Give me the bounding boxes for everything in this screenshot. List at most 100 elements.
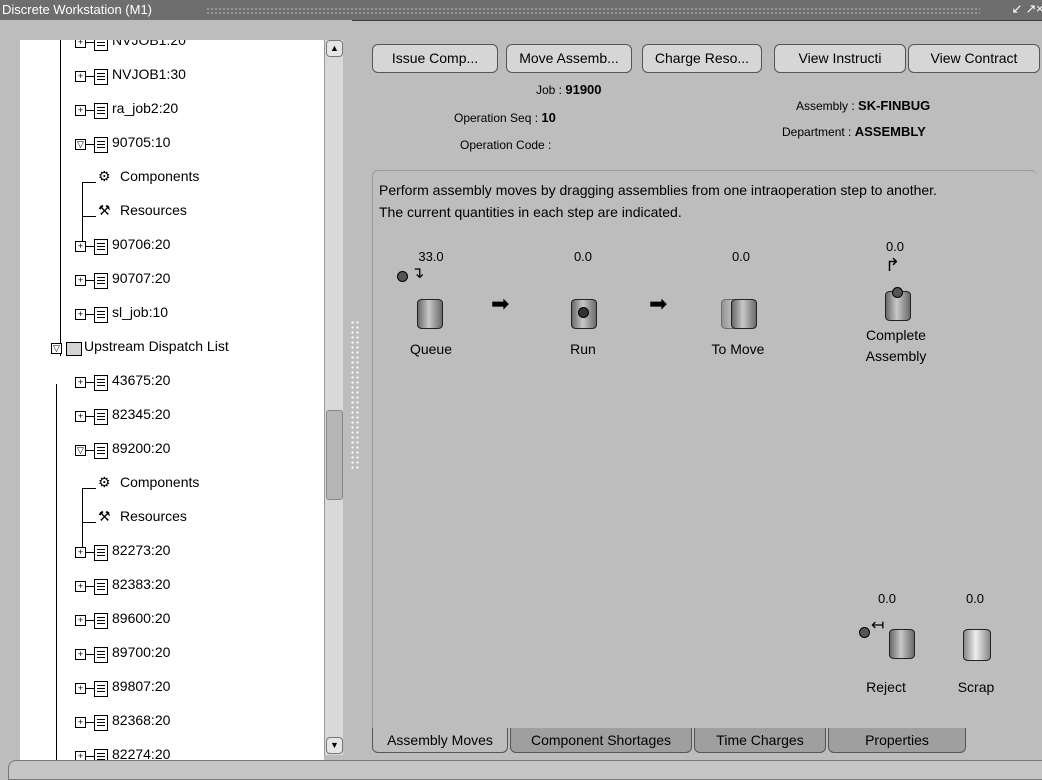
tab-properties[interactable]: Properties — [828, 728, 966, 753]
queue-drop-arrow-icon: ↴ — [411, 265, 425, 282]
tree-connector-line — [82, 488, 96, 489]
workstation-content: Issue Comp... Move Assemb... Charge Reso… — [368, 40, 1040, 756]
tree-item-90706-20[interactable]: +90706:20 — [20, 230, 324, 264]
tree-item-82273-20[interactable]: +82273:20 — [20, 536, 324, 570]
job-document-icon — [94, 375, 108, 391]
department-value: ASSEMBLY — [854, 124, 926, 139]
tree-scrollbar[interactable]: ▲ ▼ — [324, 40, 343, 755]
tree-item-43675-20[interactable]: +43675:20 — [20, 366, 324, 400]
collapse-icon[interactable]: ▽ — [75, 139, 86, 150]
complete-assembly-step[interactable]: ↱ — [863, 255, 933, 325]
tree-item-89807-20[interactable]: +89807:20 — [20, 672, 324, 706]
moves-description-line-1: Perform assembly moves by dragging assem… — [379, 182, 937, 198]
operation-seq-label: Operation Seq : — [454, 111, 539, 125]
tree-item-89600-20[interactable]: +89600:20 — [20, 604, 324, 638]
minimize-icon[interactable]: ↙ — [1010, 1, 1024, 17]
panel-splitter[interactable] — [350, 320, 360, 470]
reject-step[interactable]: ↤ — [859, 611, 929, 671]
tree-item-89200-20[interactable]: ▽ 89200:20 — [20, 434, 324, 468]
components-gear-icon: ⚙ — [98, 474, 111, 490]
expand-icon[interactable]: + — [75, 71, 86, 82]
tree-item-82368-20[interactable]: +82368:20 — [20, 706, 324, 740]
expand-icon[interactable]: + — [75, 581, 86, 592]
scroll-up-button[interactable]: ▲ — [326, 40, 343, 57]
tab-component-shortages[interactable]: Component Shortages — [510, 728, 692, 753]
expand-icon[interactable]: + — [75, 649, 86, 660]
tree-item-resources[interactable]: ⚒ Resources — [20, 502, 324, 536]
expand-icon[interactable]: + — [75, 105, 86, 116]
tree-connector-line — [86, 382, 94, 383]
reject-quantity: 0.0 — [877, 591, 897, 606]
department-field: Department : ASSEMBLY — [782, 124, 926, 139]
expand-icon[interactable]: + — [75, 615, 86, 626]
tab-time-charges[interactable]: Time Charges — [694, 728, 826, 753]
tree-connector-line — [86, 722, 94, 723]
tree-item-ra-job2-20[interactable]: + ra_job2:20 — [20, 94, 324, 128]
job-document-icon — [94, 443, 108, 459]
scroll-down-button[interactable]: ▼ — [326, 737, 343, 754]
issue-components-button[interactable]: Issue Comp... — [372, 44, 498, 73]
scrap-step[interactable] — [961, 629, 1001, 671]
expand-icon[interactable]: + — [75, 377, 86, 388]
move-assembly-button[interactable]: Move Assemb... — [506, 44, 632, 73]
view-contract-button[interactable]: View Contract — [908, 44, 1040, 73]
operation-code-label: Operation Code : — [460, 138, 552, 152]
moves-description: Perform assembly moves by dragging assem… — [379, 179, 937, 223]
job-label: Job : — [536, 83, 563, 97]
job-document-icon — [94, 103, 108, 119]
tree-connector-line — [86, 416, 94, 417]
tree-item-components[interactable]: ⚙ Components — [20, 162, 324, 196]
job-document-icon — [94, 307, 108, 323]
expand-icon[interactable]: + — [75, 683, 86, 694]
components-gear-icon: ⚙ — [98, 168, 111, 184]
window-title: Discrete Workstation (M1) — [2, 2, 153, 17]
expand-icon[interactable]: + — [75, 411, 86, 422]
tree-item-89700-20[interactable]: +89700:20 — [20, 638, 324, 672]
tree-item-label: 89200:20 — [112, 440, 171, 456]
tree-item-resources[interactable]: ⚒ Resources — [20, 196, 324, 230]
complete-label-line-1: Complete — [866, 327, 926, 343]
status-bar — [8, 760, 1042, 780]
charge-resources-button[interactable]: Charge Reso... — [642, 44, 762, 73]
view-instructions-button[interactable]: View Instructi — [774, 44, 906, 73]
tree-item-sl-job-10[interactable]: + sl_job:10 — [20, 298, 324, 332]
close-icon[interactable]: × — [1036, 1, 1042, 16]
expand-icon[interactable]: + — [75, 547, 86, 558]
tree-item-82383-20[interactable]: +82383:20 — [20, 570, 324, 604]
expand-icon[interactable]: + — [75, 275, 86, 286]
tree-item-label: 90706:20 — [112, 236, 171, 252]
run-label: Run — [570, 341, 596, 357]
title-bar-texture — [206, 7, 980, 14]
tree-connector-line — [86, 450, 94, 451]
tree-item-90707-20[interactable]: +90707:20 — [20, 264, 324, 298]
expand-icon[interactable]: + — [75, 241, 86, 252]
scrap-label: Scrap — [957, 679, 995, 695]
run-ball-icon — [578, 307, 589, 318]
tree-item-label: ra_job2:20 — [112, 100, 179, 116]
tree-item-label: 89600:20 — [112, 610, 171, 626]
collapse-icon[interactable]: ▽ — [75, 445, 86, 456]
expand-icon[interactable]: + — [75, 309, 86, 320]
job-document-icon — [94, 137, 108, 153]
tree-item-nvjob1-30[interactable]: + NVJOB1:30 — [20, 60, 324, 94]
tree-connector-line — [82, 522, 96, 523]
operation-code-field: Operation Code : — [460, 138, 551, 152]
job-document-icon — [94, 715, 108, 731]
tree-connector-line — [86, 314, 94, 315]
tree-item-upstream-dispatch-list[interactable]: ▽ Upstream Dispatch List — [20, 332, 324, 366]
queue-label: Queue — [409, 341, 453, 357]
collapse-icon[interactable]: ▽ — [51, 343, 62, 354]
tab-assembly-moves[interactable]: Assembly Moves — [372, 728, 508, 753]
moves-description-line-2: The current quantities in each step are … — [379, 204, 682, 220]
tree-item-90705-10[interactable]: ▽ 90705:10 — [20, 128, 324, 162]
tree-item-label: 82368:20 — [112, 712, 171, 728]
expand-icon[interactable]: + — [75, 40, 86, 48]
tree-item-label: NVJOB1:20 — [112, 40, 186, 48]
scrollbar-thumb[interactable] — [326, 410, 343, 500]
tree-item-nvjob1-20[interactable]: + NVJOB1:20 — [20, 40, 324, 60]
tree-connector-line — [86, 586, 94, 587]
tree-item-components[interactable]: ⚙ Components — [20, 468, 324, 502]
expand-icon[interactable]: + — [75, 717, 86, 728]
reject-label: Reject — [866, 679, 906, 695]
tree-item-82345-20[interactable]: +82345:20 — [20, 400, 324, 434]
